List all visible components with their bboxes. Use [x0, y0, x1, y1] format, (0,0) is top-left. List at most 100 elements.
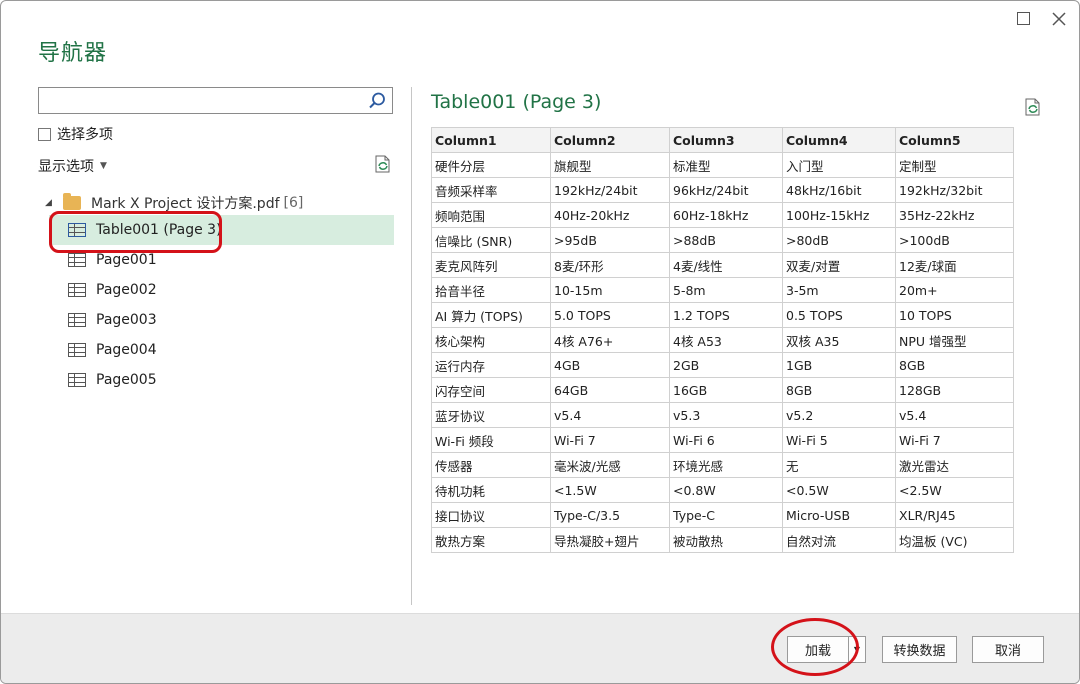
tree-item-page005[interactable]: Page005: [41, 365, 394, 395]
table-cell: 3-5m: [782, 277, 896, 303]
table-cell: Wi-Fi 6: [669, 427, 783, 453]
table-cell: 环境光感: [669, 452, 783, 478]
table-cell: 4麦/线性: [669, 252, 783, 278]
display-options-dropdown[interactable]: 显示选项 ▼: [38, 156, 107, 176]
table-cell: 自然对流: [782, 527, 896, 553]
tree-item-label: Table001 (Page 3): [96, 222, 222, 238]
table-cell: 毫米波/光感: [550, 452, 670, 478]
table-cell: 蓝牙协议: [431, 402, 551, 428]
tree-item-label: Page005: [96, 372, 157, 388]
search-input[interactable]: [39, 88, 359, 113]
preview-title: Table001 (Page 3): [431, 91, 602, 113]
table-cell: >95dB: [550, 227, 670, 253]
table-cell: Wi-Fi 5: [782, 427, 896, 453]
table-cell: 均温板 (VC): [895, 527, 1014, 553]
table-row: 核心架构 4核 A76+ 4核 A53 双核 A35 NPU 增强型: [431, 327, 1014, 353]
display-options-label: 显示选项: [38, 159, 94, 175]
table-cell: 音频采样率: [431, 177, 551, 203]
table-cell: 35Hz-22kHz: [895, 202, 1014, 228]
tree-item-label: Page002: [96, 282, 157, 298]
pane-divider[interactable]: [411, 87, 412, 605]
preview-table: Column1 Column2 Column3 Column4 Column5 …: [431, 127, 1014, 553]
page-table-icon: [68, 343, 86, 357]
search-icon[interactable]: [367, 91, 387, 111]
table-cell: 4GB: [550, 352, 670, 378]
table-row: 音频采样率 192kHz/24bit 96kHz/24bit 48kHz/16bit 1…: [431, 177, 1014, 203]
maximize-button[interactable]: [1013, 9, 1033, 29]
tree-item-page002[interactable]: Page002: [41, 275, 394, 305]
table-cell: 4核 A76+: [550, 327, 670, 353]
tree-item-page001[interactable]: Page001: [41, 245, 394, 275]
table-cell: 10-15m: [550, 277, 670, 303]
table-cell: Type-C/3.5: [550, 502, 670, 528]
table-cell: 核心架构: [431, 327, 551, 353]
preview-header-row: Column1 Column2 Column3 Column4 Column5: [431, 127, 1014, 153]
tree-item-label: Page003: [96, 312, 157, 328]
table-row: 硬件分层 旗舰型 标准型 入门型 定制型: [431, 152, 1014, 178]
table-cell: 0.5 TOPS: [782, 302, 896, 328]
tree-root-count: [6]: [283, 195, 304, 211]
load-options-button[interactable]: ▼: [848, 636, 866, 663]
table-cell: Wi-Fi 7: [550, 427, 670, 453]
table-cell: 96kHz/24bit: [669, 177, 783, 203]
table-cell: 入门型: [782, 152, 896, 178]
table-row: 闪存空间 64GB 16GB 8GB 128GB: [431, 377, 1014, 403]
select-multiple-checkbox[interactable]: [38, 127, 51, 141]
table-cell: 4核 A53: [669, 327, 783, 353]
table-cell: 5.0 TOPS: [550, 302, 670, 328]
tree-root-pdf[interactable]: ◢ Mark X Project 设计方案.pdf [6]: [41, 191, 394, 215]
table-cell: 128GB: [895, 377, 1014, 403]
page-table-icon: [68, 253, 86, 267]
table-row: AI 算力 (TOPS) 5.0 TOPS 1.2 TOPS 0.5 TOPS 10 T…: [431, 302, 1014, 328]
table-cell: 64GB: [550, 377, 670, 403]
tree-item-table001[interactable]: Table001 (Page 3): [49, 215, 394, 245]
table-cell: 1GB: [782, 352, 896, 378]
load-button[interactable]: 加载: [787, 636, 849, 663]
table-cell: 5-8m: [669, 277, 783, 303]
table-cell: 20m+: [895, 277, 1014, 303]
table-row: Wi-Fi 频段 Wi-Fi 7 Wi-Fi 6 Wi-Fi 5 Wi-Fi 7: [431, 427, 1014, 453]
tree-item-page003[interactable]: Page003: [41, 305, 394, 335]
table-cell: AI 算力 (TOPS): [431, 302, 551, 328]
navigator-dialog: 导航器 选择多项 显示选项 ▼ ◢ Mark X Project 设计方案.pd…: [0, 0, 1080, 684]
table-cell: 待机功耗: [431, 477, 551, 503]
table-cell: 192kHz/24bit: [550, 177, 670, 203]
table-cell: 标准型: [669, 152, 783, 178]
page-table-icon: [68, 313, 86, 327]
table-cell: 频响范围: [431, 202, 551, 228]
table-cell: 运行内存: [431, 352, 551, 378]
page-table-icon: [68, 283, 86, 297]
table-row: 蓝牙协议 v5.4 v5.3 v5.2 v5.4: [431, 402, 1014, 428]
table-cell: 散热方案: [431, 527, 551, 553]
caret-down-icon: ▼: [100, 161, 107, 171]
tree-item-label: Page004: [96, 342, 157, 358]
preview-refresh-icon[interactable]: [1023, 97, 1043, 117]
transform-data-button[interactable]: 转换数据: [882, 636, 957, 663]
cancel-button[interactable]: 取消: [972, 636, 1044, 663]
refresh-icon[interactable]: [373, 154, 393, 174]
search-box[interactable]: [38, 87, 393, 114]
table-cell: v5.3: [669, 402, 783, 428]
table-cell: 40Hz-20kHz: [550, 202, 670, 228]
table-cell: 100Hz-15kHz: [782, 202, 896, 228]
table-cell: 10 TOPS: [895, 302, 1014, 328]
table-cell: 8GB: [782, 377, 896, 403]
table-cell: v5.2: [782, 402, 896, 428]
table-cell: 信噪比 (SNR): [431, 227, 551, 253]
table-cell: 导热凝胶+翅片: [550, 527, 670, 553]
table-cell: Type-C: [669, 502, 783, 528]
select-multiple-option[interactable]: 选择多项: [38, 124, 113, 144]
table-cell: >100dB: [895, 227, 1014, 253]
tree-root-label: Mark X Project 设计方案.pdf: [91, 196, 280, 212]
table-cell: 硬件分层: [431, 152, 551, 178]
column-header: Column4: [782, 127, 896, 153]
close-button[interactable]: [1049, 9, 1069, 29]
column-header: Column3: [669, 127, 783, 153]
tree-item-label: Page001: [96, 252, 157, 268]
table-row: 运行内存 4GB 2GB 1GB 8GB: [431, 352, 1014, 378]
table-cell: 192kHz/32bit: [895, 177, 1014, 203]
tree-item-page004[interactable]: Page004: [41, 335, 394, 365]
column-header: Column1: [431, 127, 551, 153]
page-table-icon: [68, 373, 86, 387]
collapse-arrow-icon[interactable]: ◢: [45, 198, 59, 208]
